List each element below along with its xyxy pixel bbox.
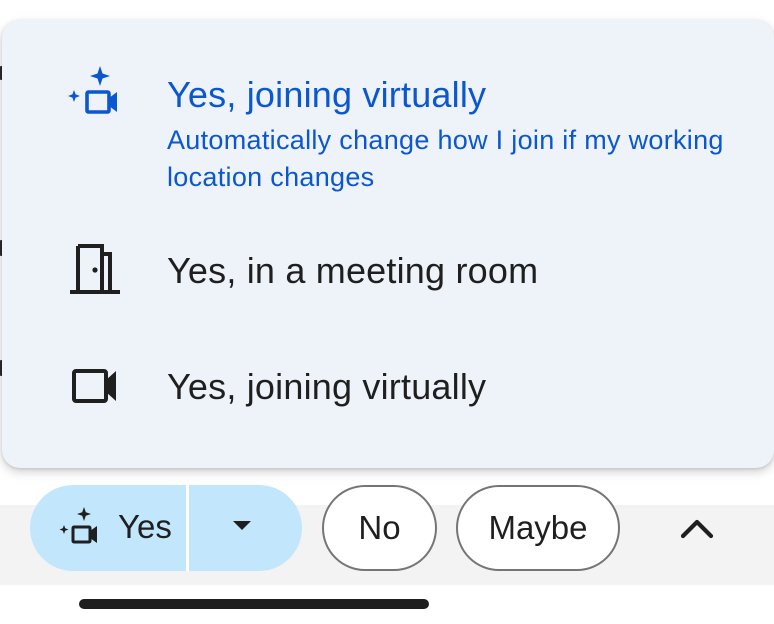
join-option-menu: Yes, joining virtually Automatically cha… [2,20,774,468]
menu-item-title: Yes, joining virtually [167,366,487,407]
auto-join-virtual-icon [59,507,97,544]
menu-item-meeting-room[interactable]: Yes, in a meeting room [2,232,774,332]
meeting-room-door-icon [70,244,120,294]
rsvp-yes-split-button: Yes [30,485,302,571]
rsvp-yes-dropdown-button[interactable] [189,485,302,571]
caret-down-icon [233,521,251,530]
menu-item-title: Yes, joining virtually [167,74,487,115]
videocam-icon [72,369,116,403]
rsvp-no-button[interactable]: No [322,485,437,571]
rsvp-maybe-button[interactable]: Maybe [456,485,620,571]
chevron-up-icon [680,519,714,539]
rsvp-yes-label: Yes [118,508,172,545]
screen: Yes, joining virtually Automatically cha… [0,0,774,624]
auto-join-virtual-icon [68,66,117,114]
menu-item-auto-join-virtually[interactable]: Yes, joining virtually Automatically cha… [2,60,774,210]
menu-item-title: Yes, in a meeting room [167,250,539,291]
collapse-button[interactable] [672,505,722,555]
menu-item-joining-virtually[interactable]: Yes, joining virtually [2,350,774,450]
rsvp-yes-button[interactable]: Yes [30,485,186,571]
home-indicator[interactable] [79,599,429,609]
rsvp-no-label: No [358,509,401,546]
menu-item-subtitle: Automatically change how I join if my wo… [167,125,724,192]
rsvp-maybe-label: Maybe [488,509,588,546]
